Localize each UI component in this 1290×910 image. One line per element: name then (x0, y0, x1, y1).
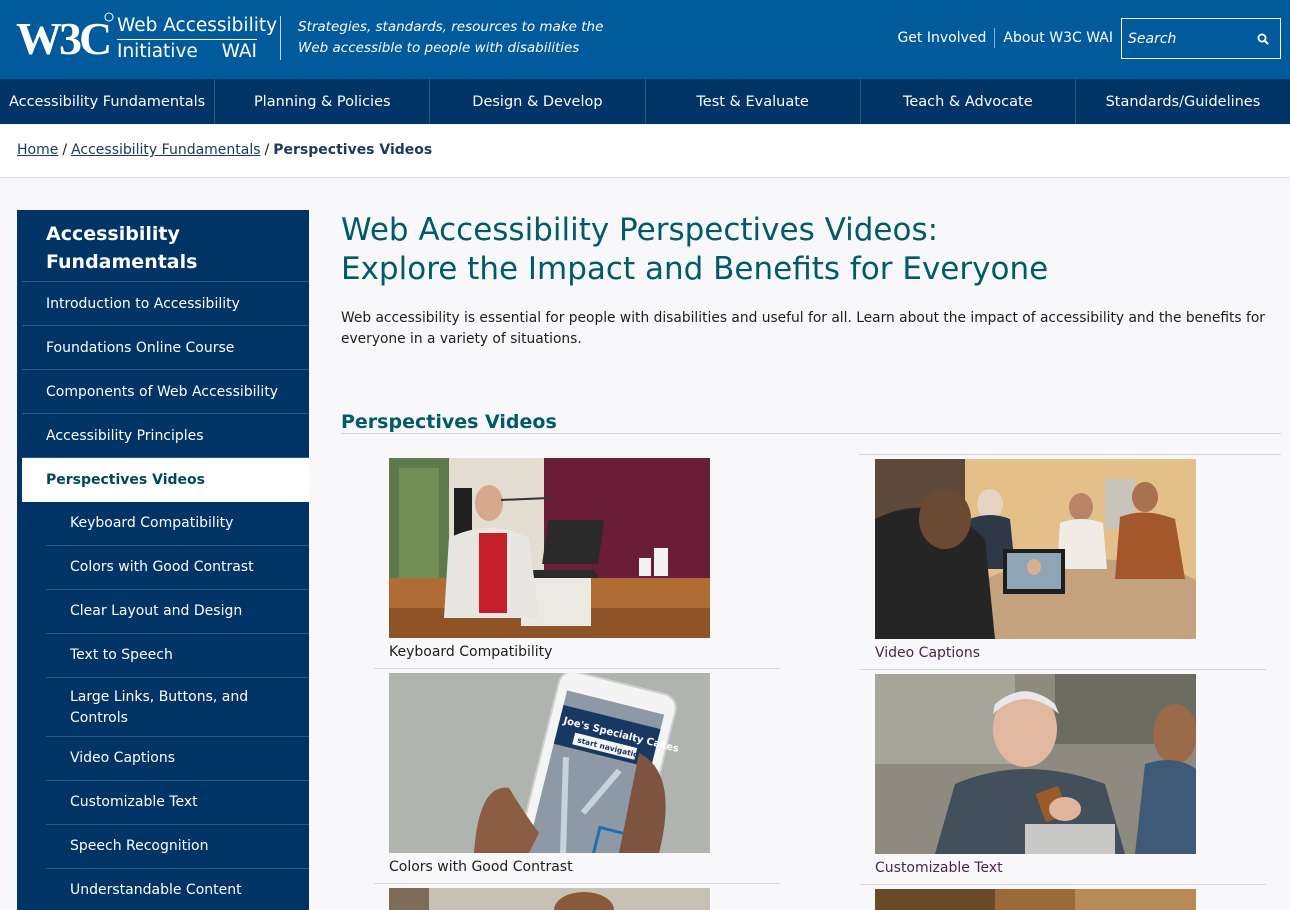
breadcrumb: Home / Accessibility Fundamentals / Perspect… (17, 142, 432, 158)
intro-paragraph: Web accessibility is essential for peopl… (341, 310, 1265, 347)
breadcrumb-bar: Home / Accessibility Fundamentals / Perspect… (0, 124, 1290, 178)
video-thumbnail-contrast[interactable]: Joe's Specialty Cakes start navigation (389, 673, 710, 853)
sidebar-item-components[interactable]: Components of Web Accessibility (22, 370, 309, 414)
sidebar-subitem-label: Understandable Content (70, 882, 242, 898)
sidebar-subitem-label: Speech Recognition (70, 838, 209, 854)
video-thumbnail-customizable-text[interactable] (875, 674, 1196, 854)
sidebar-item-foundations-course[interactable]: Foundations Online Course (22, 326, 309, 370)
search-box (1121, 18, 1281, 59)
video-thumbnail-partial[interactable] (875, 889, 1196, 910)
site-header: W3C Web Accessibility Initiative WAI Str… (0, 0, 1290, 79)
wai-title-abbr: WAI (221, 41, 257, 62)
sidebar-item-principles[interactable]: Accessibility Principles (22, 414, 309, 458)
nav-standards-guidelines[interactable]: Standards/Guidelines (1076, 79, 1290, 124)
video-caption[interactable]: Customizable Text (875, 860, 1003, 876)
main-nav: Accessibility Fundamentals Planning & Po… (0, 79, 1290, 124)
sidebar-subitem-label: Large Links, Buttons, and Controls (70, 689, 249, 726)
sidebar-subitem-large-links[interactable]: Large Links, Buttons, and Controls (46, 678, 309, 737)
video-caption[interactable]: Colors with Good Contrast (389, 859, 573, 875)
nav-design-develop[interactable]: Design & Develop (430, 79, 646, 124)
nav-test-evaluate[interactable]: Test & Evaluate (646, 79, 861, 124)
video-card-keyboard[interactable]: Keyboard Compatibility (374, 458, 780, 669)
sidebar-subitem-layout[interactable]: Clear Layout and Design (46, 590, 309, 634)
video-thumbnail-partial[interactable] (389, 888, 710, 910)
video-card-customizable-text[interactable]: Customizable Text (860, 674, 1266, 885)
page-title: Web Accessibility Perspectives Videos: E… (341, 211, 1241, 289)
page-title-line2: Explore the Impact and Benefits for Ever… (341, 251, 1049, 287)
page-title-line1: Web Accessibility Perspectives Videos: (341, 212, 939, 248)
breadcrumb-separator: / (62, 142, 68, 158)
header-divider (280, 16, 281, 60)
search-input[interactable] (1122, 19, 1250, 58)
breadcrumb-home[interactable]: Home (17, 142, 58, 158)
sidebar-nav: Accessibility Fundamentals Introduction … (17, 210, 309, 910)
wai-title[interactable]: Web Accessibility Initiative WAI (117, 14, 277, 64)
sidebar-item-perspectives-videos[interactable]: Perspectives Videos (22, 458, 309, 502)
search-icon (1257, 33, 1269, 45)
sidebar-subitem-label: Customizable Text (70, 794, 198, 810)
nav-teach-advocate[interactable]: Teach & Advocate (861, 79, 1076, 124)
svg-text:W3C: W3C (16, 13, 109, 62)
get-involved-link[interactable]: Get Involved (897, 30, 986, 46)
sidebar-subitem-text-to-speech[interactable]: Text to Speech (46, 634, 309, 678)
nav-accessibility-fundamentals[interactable]: Accessibility Fundamentals (0, 79, 216, 124)
video-thumbnail-keyboard[interactable] (389, 458, 710, 638)
nav-planning-policies[interactable]: Planning & Policies (215, 79, 431, 124)
sidebar-subitem-label: Keyboard Compatibility (70, 515, 234, 531)
search-button[interactable] (1246, 19, 1280, 58)
video-thumbnail-captions[interactable] (875, 459, 1196, 639)
about-wai-link[interactable]: About W3C WAI (1003, 30, 1113, 46)
sidebar-subitem-label: Text to Speech (70, 647, 173, 663)
sidebar-subitem-understandable[interactable]: Understandable Content (46, 869, 309, 910)
w3c-logo[interactable]: W3C (16, 10, 114, 62)
wai-title-initiative: Initiative (117, 41, 198, 62)
breadcrumb-current: Perspectives Videos (273, 142, 433, 158)
breadcrumb-section[interactable]: Accessibility Fundamentals (71, 142, 260, 158)
sidebar-subitem-contrast[interactable]: Colors with Good Contrast (46, 546, 309, 590)
sidebar-subitem-label: Clear Layout and Design (70, 603, 243, 619)
wai-title-line2: Initiative WAI (117, 40, 257, 64)
sidebar-subitem-captions[interactable]: Video Captions (46, 737, 309, 781)
video-card-captions[interactable]: Video Captions (860, 459, 1266, 670)
top-links: Get Involved About W3C WAI (897, 28, 1113, 48)
sidebar-subitem-speech-recognition[interactable]: Speech Recognition (46, 825, 309, 869)
sidebar-subitem-customizable-text[interactable]: Customizable Text (46, 781, 309, 825)
video-card-contrast[interactable]: Joe's Specialty Cakes start navigation C… (374, 673, 780, 884)
sidebar-subitem-label: Video Captions (70, 750, 176, 766)
section-heading: Perspectives Videos (341, 408, 1281, 434)
wai-title-line1: Web Accessibility (117, 14, 277, 40)
video-caption[interactable]: Keyboard Compatibility (389, 644, 552, 660)
card-divider (859, 454, 1281, 455)
sidebar-sub-list: Keyboard Compatibility Colors with Good … (22, 502, 309, 910)
sidebar-item-introduction[interactable]: Introduction to Accessibility (22, 282, 309, 326)
sidebar-subitem-label: Colors with Good Contrast (70, 559, 254, 575)
breadcrumb-separator: / (264, 142, 270, 158)
tagline: Strategies, standards, resources to make… (298, 19, 604, 56)
sidebar-subitem-keyboard[interactable]: Keyboard Compatibility (46, 502, 309, 546)
sidebar-title[interactable]: Accessibility Fundamentals (22, 210, 309, 282)
video-caption[interactable]: Video Captions (875, 645, 980, 661)
top-links-divider (994, 28, 996, 48)
